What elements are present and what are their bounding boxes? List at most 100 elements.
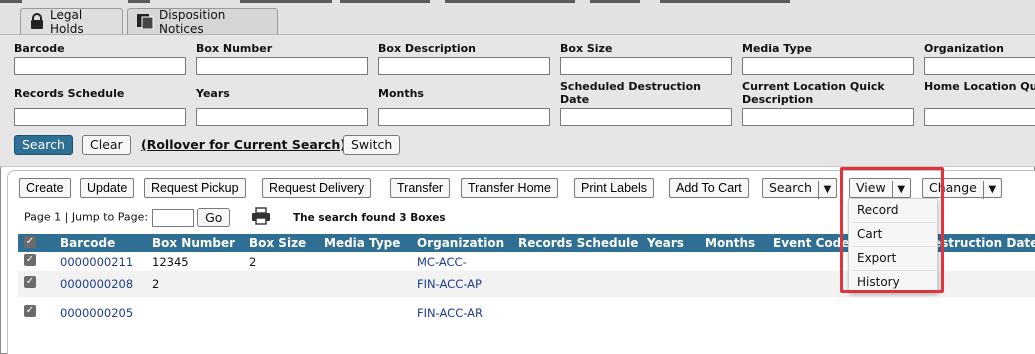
field-label: Barcode xyxy=(14,42,65,55)
records-schedule-field: Records Schedule xyxy=(14,87,186,126)
row-checkbox[interactable]: ✓ xyxy=(24,276,36,288)
search-result-count: The search found 3 Boxes xyxy=(293,212,446,224)
view-menu-button[interactable]: View ▼ xyxy=(849,178,911,199)
barcode-input[interactable] xyxy=(14,57,186,75)
switch-button[interactable]: Switch xyxy=(343,135,401,155)
update-button[interactable]: Update xyxy=(80,178,135,198)
create-button[interactable]: Create xyxy=(19,178,71,198)
printer-icon[interactable] xyxy=(251,207,271,228)
box-size-field: Box Size xyxy=(560,42,732,75)
row-checkbox[interactable]: ✓ xyxy=(24,254,36,266)
organization-input[interactable] xyxy=(924,57,1035,75)
select-all-checkbox[interactable]: ✓ xyxy=(24,236,36,248)
home-location-input[interactable] xyxy=(924,108,1035,126)
menu-divider xyxy=(852,222,936,223)
field-label: Home Location Quick Description xyxy=(924,80,1035,93)
tab-strip-edge xyxy=(240,0,332,3)
document-icon xyxy=(136,13,154,32)
box-description-input[interactable] xyxy=(378,57,550,75)
media-type-input[interactable] xyxy=(742,57,914,75)
tab-strip-edge xyxy=(660,0,790,3)
box-size-input[interactable] xyxy=(560,57,732,75)
request-delivery-button[interactable]: Request Delivery xyxy=(262,178,372,198)
field-label: Box Size xyxy=(560,42,613,55)
row-checkbox[interactable]: ✓ xyxy=(24,305,36,317)
page-info: Page 1 | Jump to Page: xyxy=(24,210,149,224)
home-location-field: Home Location Quick Description xyxy=(924,80,1035,126)
current-location-field: Current Location Quick Description xyxy=(742,80,914,126)
field-label: Media Type xyxy=(742,42,813,55)
search-button[interactable]: Search xyxy=(14,135,73,155)
field-label: Box Description xyxy=(378,42,477,55)
column-header[interactable]: Box Number xyxy=(152,236,235,250)
field-label: Box Number xyxy=(196,42,273,55)
records-schedule-input[interactable] xyxy=(14,108,186,126)
years-input[interactable] xyxy=(196,108,368,126)
table-row[interactable]: ✓ 0000000205 FIN-ACC-AR xyxy=(18,300,1035,326)
tab-strip-edge xyxy=(590,0,640,3)
column-header[interactable]: Months xyxy=(705,236,755,250)
barcode-link[interactable]: 0000000211 xyxy=(60,255,133,269)
menu-item-export[interactable]: Export xyxy=(857,251,896,265)
barcode-link[interactable]: 0000000205 xyxy=(60,306,133,320)
tab-legal-holds[interactable]: Legal Holds xyxy=(20,8,123,36)
organization-link[interactable]: FIN-ACC-AR xyxy=(417,306,483,320)
tab-strip-edge xyxy=(0,0,22,3)
organization-link[interactable]: FIN-ACC-AP xyxy=(417,277,482,291)
tab-label: Legal Holds xyxy=(50,8,84,36)
print-labels-button[interactable]: Print Labels xyxy=(574,178,655,198)
menu-item-record[interactable]: Record xyxy=(857,203,898,217)
menu-item-history[interactable]: History xyxy=(857,275,900,289)
tab-label: Disposition Notices xyxy=(159,8,226,36)
media-type-field: Media Type xyxy=(742,42,914,75)
go-button[interactable]: Go xyxy=(197,208,231,227)
scheduled-destruction-date-input[interactable] xyxy=(560,108,732,126)
change-menu-button[interactable]: Change ▼ xyxy=(922,178,1002,199)
menu-divider xyxy=(852,246,936,247)
box-number-input[interactable] xyxy=(196,57,368,75)
barcode-link[interactable]: 0000000208 xyxy=(60,277,133,291)
column-header[interactable]: Barcode xyxy=(60,236,115,250)
search-menu-button[interactable]: Search ▼ xyxy=(762,178,837,199)
box-number-cell: 12345 xyxy=(152,255,189,269)
field-label: Organization xyxy=(924,42,1004,55)
menu-divider xyxy=(852,270,936,271)
chevron-down-icon[interactable]: ▼ xyxy=(982,181,1001,199)
transfer-home-button[interactable]: Transfer Home xyxy=(461,178,558,198)
rollover-link[interactable]: (Rollover for Current Search) xyxy=(141,137,346,152)
months-input[interactable] xyxy=(378,108,550,126)
column-header[interactable]: Destruction Date xyxy=(923,236,1035,250)
clear-button[interactable]: Clear xyxy=(82,135,131,155)
barcode-field: Barcode xyxy=(14,42,186,75)
box-size-cell: 2 xyxy=(249,255,257,269)
search-menu-label: Search xyxy=(769,180,812,195)
column-header[interactable]: Box Size xyxy=(249,236,306,250)
box-description-field: Box Description xyxy=(378,42,550,75)
pager: Page 1 | Jump to Page: Go xyxy=(24,208,231,227)
field-label: Years xyxy=(196,87,230,100)
chevron-down-icon[interactable]: ▼ xyxy=(817,181,836,199)
field-label: Records Schedule xyxy=(14,87,125,100)
search-panel: Barcode Box Number Box Description Box S… xyxy=(0,34,1035,167)
years-field: Years xyxy=(196,87,368,126)
jump-to-page-input[interactable] xyxy=(151,208,194,227)
organization-link[interactable]: MC-ACC- xyxy=(417,255,467,269)
request-pickup-button[interactable]: Request Pickup xyxy=(144,178,246,198)
column-header[interactable]: Records Schedule xyxy=(518,236,638,250)
box-number-cell: 2 xyxy=(152,277,160,291)
add-to-cart-button[interactable]: Add To Cart xyxy=(669,178,749,198)
tab-strip-edge xyxy=(445,0,575,3)
column-header[interactable]: Media Type xyxy=(324,236,400,250)
change-menu-label: Change xyxy=(929,180,977,195)
column-header[interactable]: Organization xyxy=(417,236,504,250)
column-header[interactable]: Event Code xyxy=(773,236,849,250)
tab-strip-edge xyxy=(340,0,430,3)
tab-strip-edge xyxy=(128,0,150,3)
menu-item-cart[interactable]: Cart xyxy=(857,227,882,241)
chevron-down-icon[interactable]: ▼ xyxy=(891,181,910,199)
tab-disposition-notices[interactable]: Disposition Notices xyxy=(127,8,278,36)
current-location-input[interactable] xyxy=(742,108,914,126)
transfer-button[interactable]: Transfer xyxy=(390,178,451,198)
lock-icon xyxy=(29,12,45,32)
column-header[interactable]: Years xyxy=(647,236,684,250)
